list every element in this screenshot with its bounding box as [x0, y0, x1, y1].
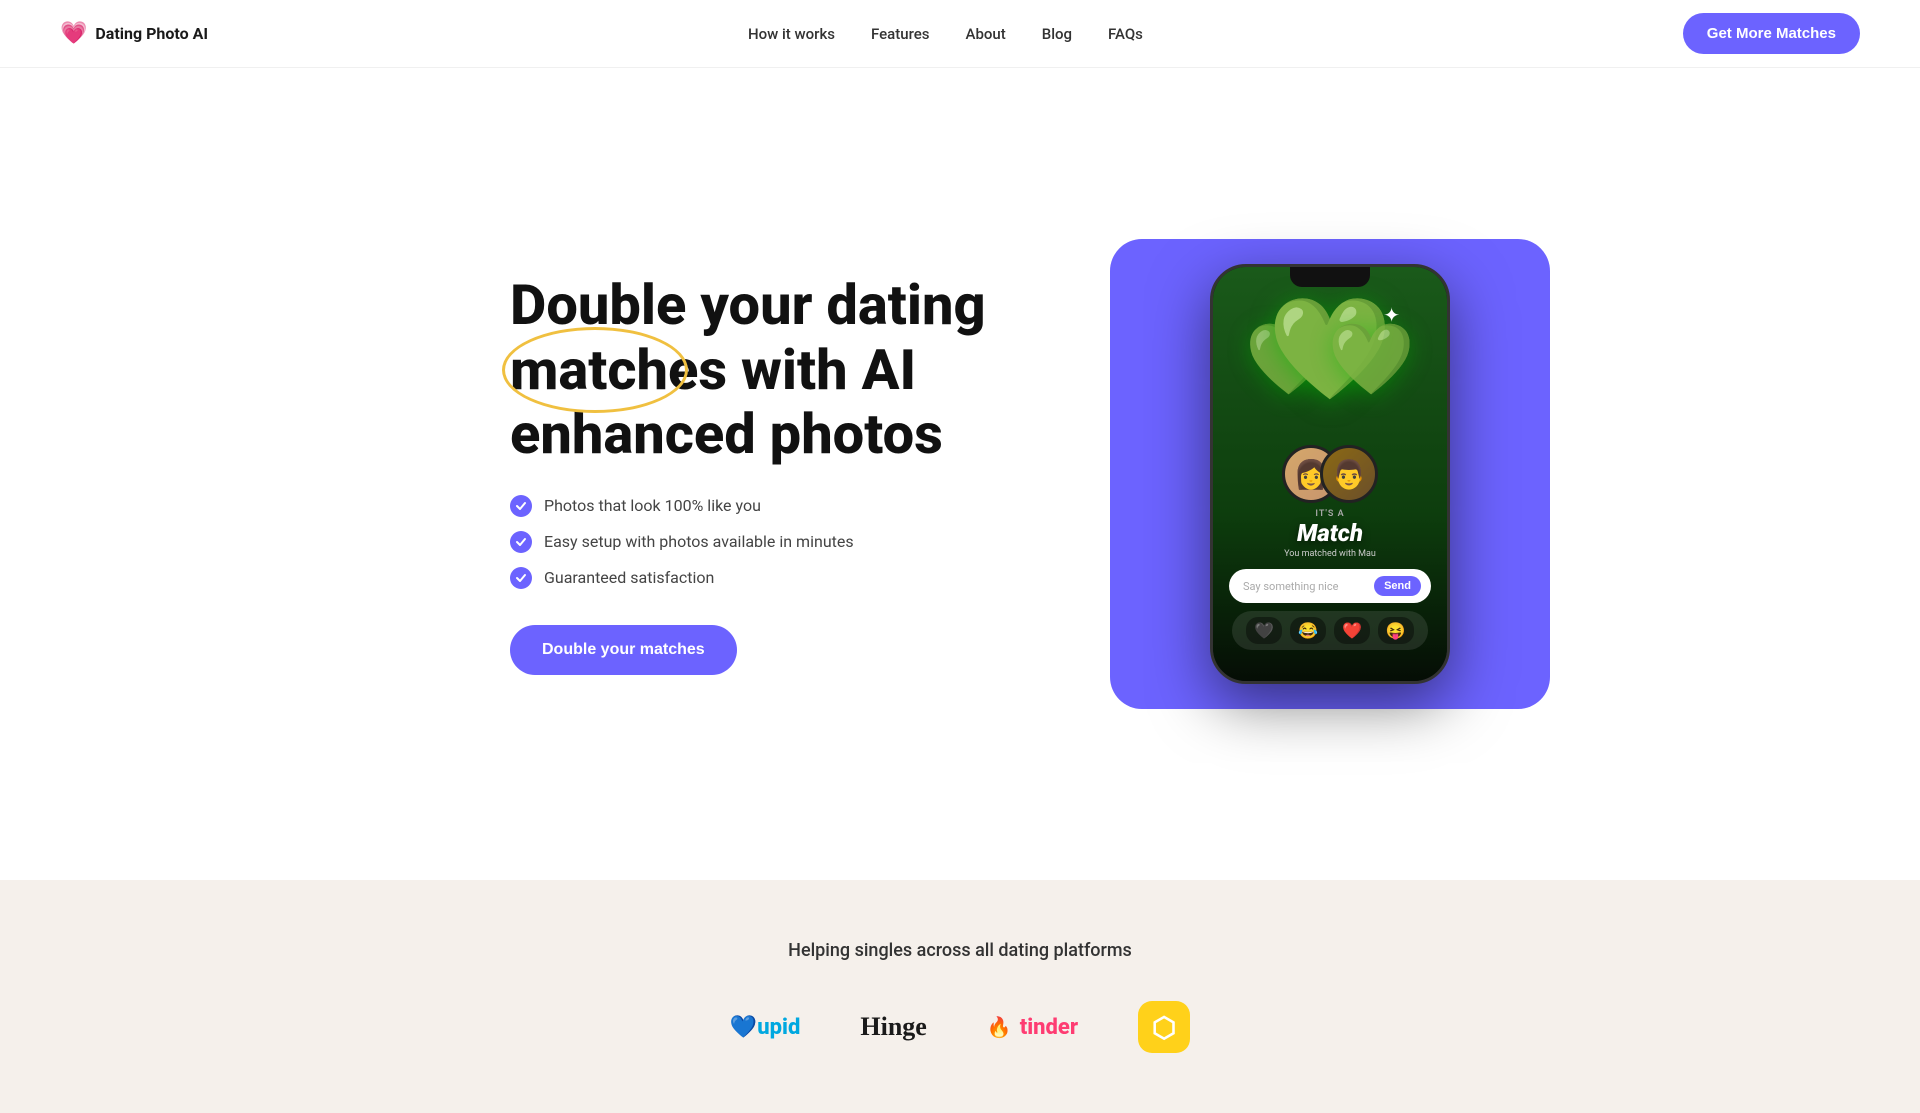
match-photos: 👩 👨	[1272, 445, 1388, 503]
hearts-area: 💚 💚 💚 ✦	[1230, 295, 1430, 455]
avatar-male: 👨	[1320, 445, 1378, 503]
feature-item-3: Guaranteed satisfaction	[510, 567, 986, 589]
nav-about[interactable]: About	[966, 25, 1006, 43]
bumble-logo: ⬡	[1138, 1001, 1190, 1053]
sparkle-icon: ✦	[1383, 303, 1400, 327]
navbar: 💗 Dating Photo AI How it works Features …	[0, 0, 1920, 68]
emoji-2[interactable]: 😂	[1290, 617, 1326, 644]
logo-icon: 💗	[60, 21, 87, 46]
send-button[interactable]: Send	[1374, 576, 1421, 596]
its-a-label: IT'S A	[1315, 509, 1344, 519]
hero-cta-button[interactable]: Double your matches	[510, 625, 737, 675]
emoji-3[interactable]: ❤️	[1334, 617, 1370, 644]
message-placeholder: Say something nice	[1243, 580, 1374, 593]
hero-right: 💚 💚 💚 ✦ 👩 👨 IT	[1110, 239, 1550, 709]
nav-cta-button[interactable]: Get More Matches	[1683, 13, 1860, 54]
hinge-logo: Hinge	[860, 1012, 926, 1042]
cupid-logo: 💙upid	[730, 1015, 800, 1040]
match-subtitle: You matched with Mau	[1284, 549, 1376, 559]
emoji-1[interactable]: 🖤	[1246, 617, 1282, 644]
nav-links: How it works Features About Blog FAQs	[748, 25, 1143, 43]
check-icon-1	[510, 495, 532, 517]
platforms-section: Helping singles across all dating platfo…	[0, 880, 1920, 1113]
check-icon-3	[510, 567, 532, 589]
nav-how-it-works[interactable]: How it works	[748, 25, 835, 43]
message-input-row[interactable]: Say something nice Send	[1229, 569, 1431, 603]
hero-left: Double your dating matches with AI enhan…	[510, 273, 986, 674]
platforms-logos: 💙upid Hinge 🔥 tinder ⬡	[60, 1001, 1860, 1053]
check-icon-2	[510, 531, 532, 553]
emoji-4[interactable]: 😝	[1378, 617, 1414, 644]
hero-title-highlight: matches	[510, 338, 727, 402]
nav-features[interactable]: Features	[871, 25, 929, 43]
nav-blog[interactable]: Blog	[1042, 25, 1072, 43]
phone-container: 💚 💚 💚 ✦ 👩 👨 IT	[1110, 239, 1550, 709]
heart-right: 💚	[1328, 325, 1415, 395]
feature-item-1: Photos that look 100% like you	[510, 495, 986, 517]
platforms-title: Helping singles across all dating platfo…	[60, 940, 1860, 961]
hero-title: Double your dating matches with AI enhan…	[510, 273, 986, 466]
emoji-row: 🖤 😂 ❤️ 😝	[1232, 611, 1428, 650]
tinder-logo: 🔥 tinder	[987, 1015, 1078, 1040]
logo-text: Dating Photo AI	[95, 24, 208, 43]
match-title: Match	[1297, 519, 1363, 547]
logo-link[interactable]: 💗 Dating Photo AI	[60, 21, 208, 46]
hero-section: Double your dating matches with AI enhan…	[310, 68, 1610, 880]
feature-item-2: Easy setup with photos available in minu…	[510, 531, 986, 553]
hero-features-list: Photos that look 100% like you Easy setu…	[510, 495, 986, 589]
nav-faqs[interactable]: FAQs	[1108, 25, 1143, 43]
phone-notch	[1290, 267, 1370, 287]
tinder-flame-icon: 🔥	[987, 1015, 1012, 1039]
phone-mockup: 💚 💚 💚 ✦ 👩 👨 IT	[1210, 264, 1450, 684]
phone-screen: 💚 💚 💚 ✦ 👩 👨 IT	[1213, 267, 1447, 681]
